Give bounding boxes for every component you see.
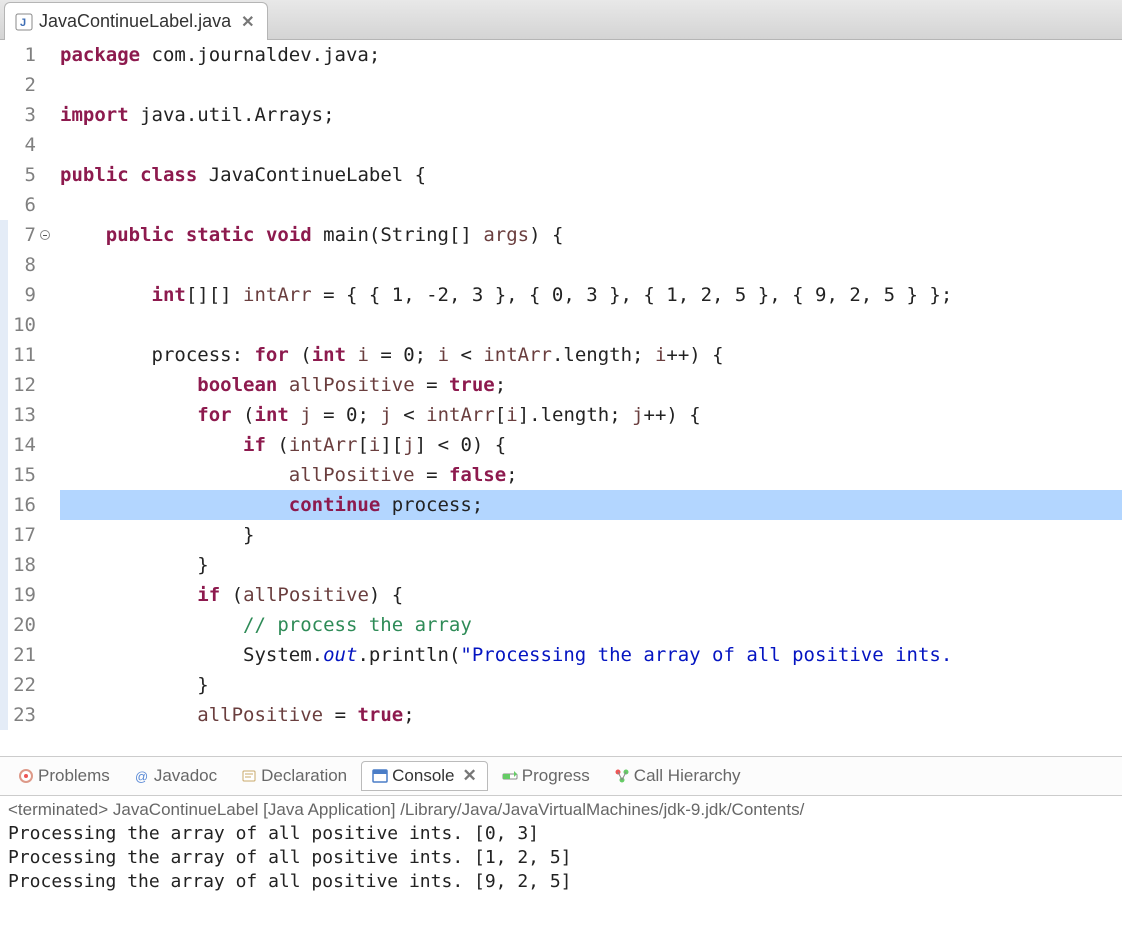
line-number: 10 bbox=[0, 310, 36, 340]
bottom-tab-console[interactable]: Console✕ bbox=[361, 761, 488, 791]
editor-tab-bar: J JavaContinueLabel.java ✕ bbox=[0, 0, 1122, 40]
javadoc-icon: @ bbox=[134, 768, 150, 784]
code-line[interactable]: // process the array bbox=[60, 610, 1122, 640]
bottom-panel-tabs: Problems @ Javadoc Declaration Console✕ Progr… bbox=[0, 756, 1122, 796]
bottom-tab-call-hierarchy[interactable]: Call Hierarchy bbox=[604, 762, 751, 790]
line-number: 18 bbox=[0, 550, 36, 580]
line-number: 3 bbox=[0, 100, 36, 130]
java-file-icon: J bbox=[15, 13, 33, 31]
line-number: 11 bbox=[0, 340, 36, 370]
line-number: 23 bbox=[0, 700, 36, 730]
bottom-tab-label: Problems bbox=[38, 766, 110, 786]
close-icon[interactable]: ✕ bbox=[237, 12, 254, 32]
line-number: 8 bbox=[0, 250, 36, 280]
console-line: Processing the array of all positive int… bbox=[8, 822, 1114, 846]
close-icon[interactable]: ✕ bbox=[459, 766, 477, 786]
code-line[interactable]: public static void main(String[] args) { bbox=[60, 220, 1122, 250]
code-line[interactable]: for (int j = 0; j < intArr[i].length; j+… bbox=[60, 400, 1122, 430]
code-line[interactable]: if (intArr[i][j] < 0) { bbox=[60, 430, 1122, 460]
line-number: 20 bbox=[0, 610, 36, 640]
svg-text:@: @ bbox=[135, 769, 148, 784]
bottom-tab-javadoc[interactable]: @ Javadoc bbox=[124, 762, 227, 790]
console-icon bbox=[372, 768, 388, 784]
console-output[interactable]: Processing the array of all positive int… bbox=[0, 820, 1122, 896]
line-number: 17 bbox=[0, 520, 36, 550]
line-number: 14 bbox=[0, 430, 36, 460]
line-number: 12 bbox=[0, 370, 36, 400]
code-line[interactable]: if (allPositive) { bbox=[60, 580, 1122, 610]
code-line[interactable]: System.out.println("Processing the array… bbox=[60, 640, 1122, 670]
code-line[interactable]: allPositive = false; bbox=[60, 460, 1122, 490]
line-number: 22 bbox=[0, 670, 36, 700]
bottom-tab-label: Declaration bbox=[261, 766, 347, 786]
problems-icon bbox=[18, 768, 34, 784]
code-line[interactable]: } bbox=[60, 670, 1122, 700]
code-line[interactable]: continue process; bbox=[60, 490, 1122, 520]
code-area[interactable]: package com.journaldev.java; import java.… bbox=[42, 40, 1122, 756]
line-number: 16 bbox=[0, 490, 36, 520]
code-line[interactable] bbox=[60, 70, 1122, 100]
code-line[interactable]: } bbox=[60, 550, 1122, 580]
console-line: Processing the array of all positive int… bbox=[8, 846, 1114, 870]
progress-icon bbox=[502, 768, 518, 784]
line-number: 1 bbox=[0, 40, 36, 70]
line-number: 6 bbox=[0, 190, 36, 220]
line-number: 7 bbox=[0, 220, 36, 250]
declaration-icon bbox=[241, 768, 257, 784]
bottom-tab-label: Call Hierarchy bbox=[634, 766, 741, 786]
code-line[interactable]: allPositive = true; bbox=[60, 700, 1122, 730]
bottom-tab-label: Console bbox=[392, 766, 454, 786]
code-line[interactable]: package com.journaldev.java; bbox=[60, 40, 1122, 70]
code-line[interactable] bbox=[60, 250, 1122, 280]
line-number: 21 bbox=[0, 640, 36, 670]
code-line[interactable] bbox=[60, 190, 1122, 220]
svg-text:J: J bbox=[20, 17, 26, 29]
editor-tab[interactable]: J JavaContinueLabel.java ✕ bbox=[4, 2, 268, 40]
code-line[interactable]: process: for (int i = 0; i < intArr.leng… bbox=[60, 340, 1122, 370]
line-number: 5 bbox=[0, 160, 36, 190]
code-line[interactable]: int[][] intArr = { { 1, -2, 3 }, { 0, 3 … bbox=[60, 280, 1122, 310]
code-line[interactable]: boolean allPositive = true; bbox=[60, 370, 1122, 400]
code-line[interactable] bbox=[60, 130, 1122, 160]
code-line[interactable]: public class JavaContinueLabel { bbox=[60, 160, 1122, 190]
console-line: Processing the array of all positive int… bbox=[8, 870, 1114, 894]
line-number: 15 bbox=[0, 460, 36, 490]
line-number: 4 bbox=[0, 130, 36, 160]
line-number: 13 bbox=[0, 400, 36, 430]
bottom-tab-label: Javadoc bbox=[154, 766, 217, 786]
code-editor[interactable]: 1234567891011121314151617181920212223 pa… bbox=[0, 40, 1122, 756]
bottom-tab-problems[interactable]: Problems bbox=[8, 762, 120, 790]
line-number: 2 bbox=[0, 70, 36, 100]
line-number: 9 bbox=[0, 280, 36, 310]
code-line[interactable]: } bbox=[60, 520, 1122, 550]
code-line[interactable]: import java.util.Arrays; bbox=[60, 100, 1122, 130]
callhier-icon bbox=[614, 768, 630, 784]
bottom-tab-progress[interactable]: Progress bbox=[492, 762, 600, 790]
code-line[interactable] bbox=[60, 310, 1122, 340]
line-number: 19 bbox=[0, 580, 36, 610]
bottom-tab-declaration[interactable]: Declaration bbox=[231, 762, 357, 790]
tab-filename: JavaContinueLabel.java bbox=[39, 11, 231, 32]
console-status-line: <terminated> JavaContinueLabel [Java App… bbox=[0, 796, 1122, 820]
line-number-gutter: 1234567891011121314151617181920212223 bbox=[0, 40, 42, 756]
bottom-tab-label: Progress bbox=[522, 766, 590, 786]
